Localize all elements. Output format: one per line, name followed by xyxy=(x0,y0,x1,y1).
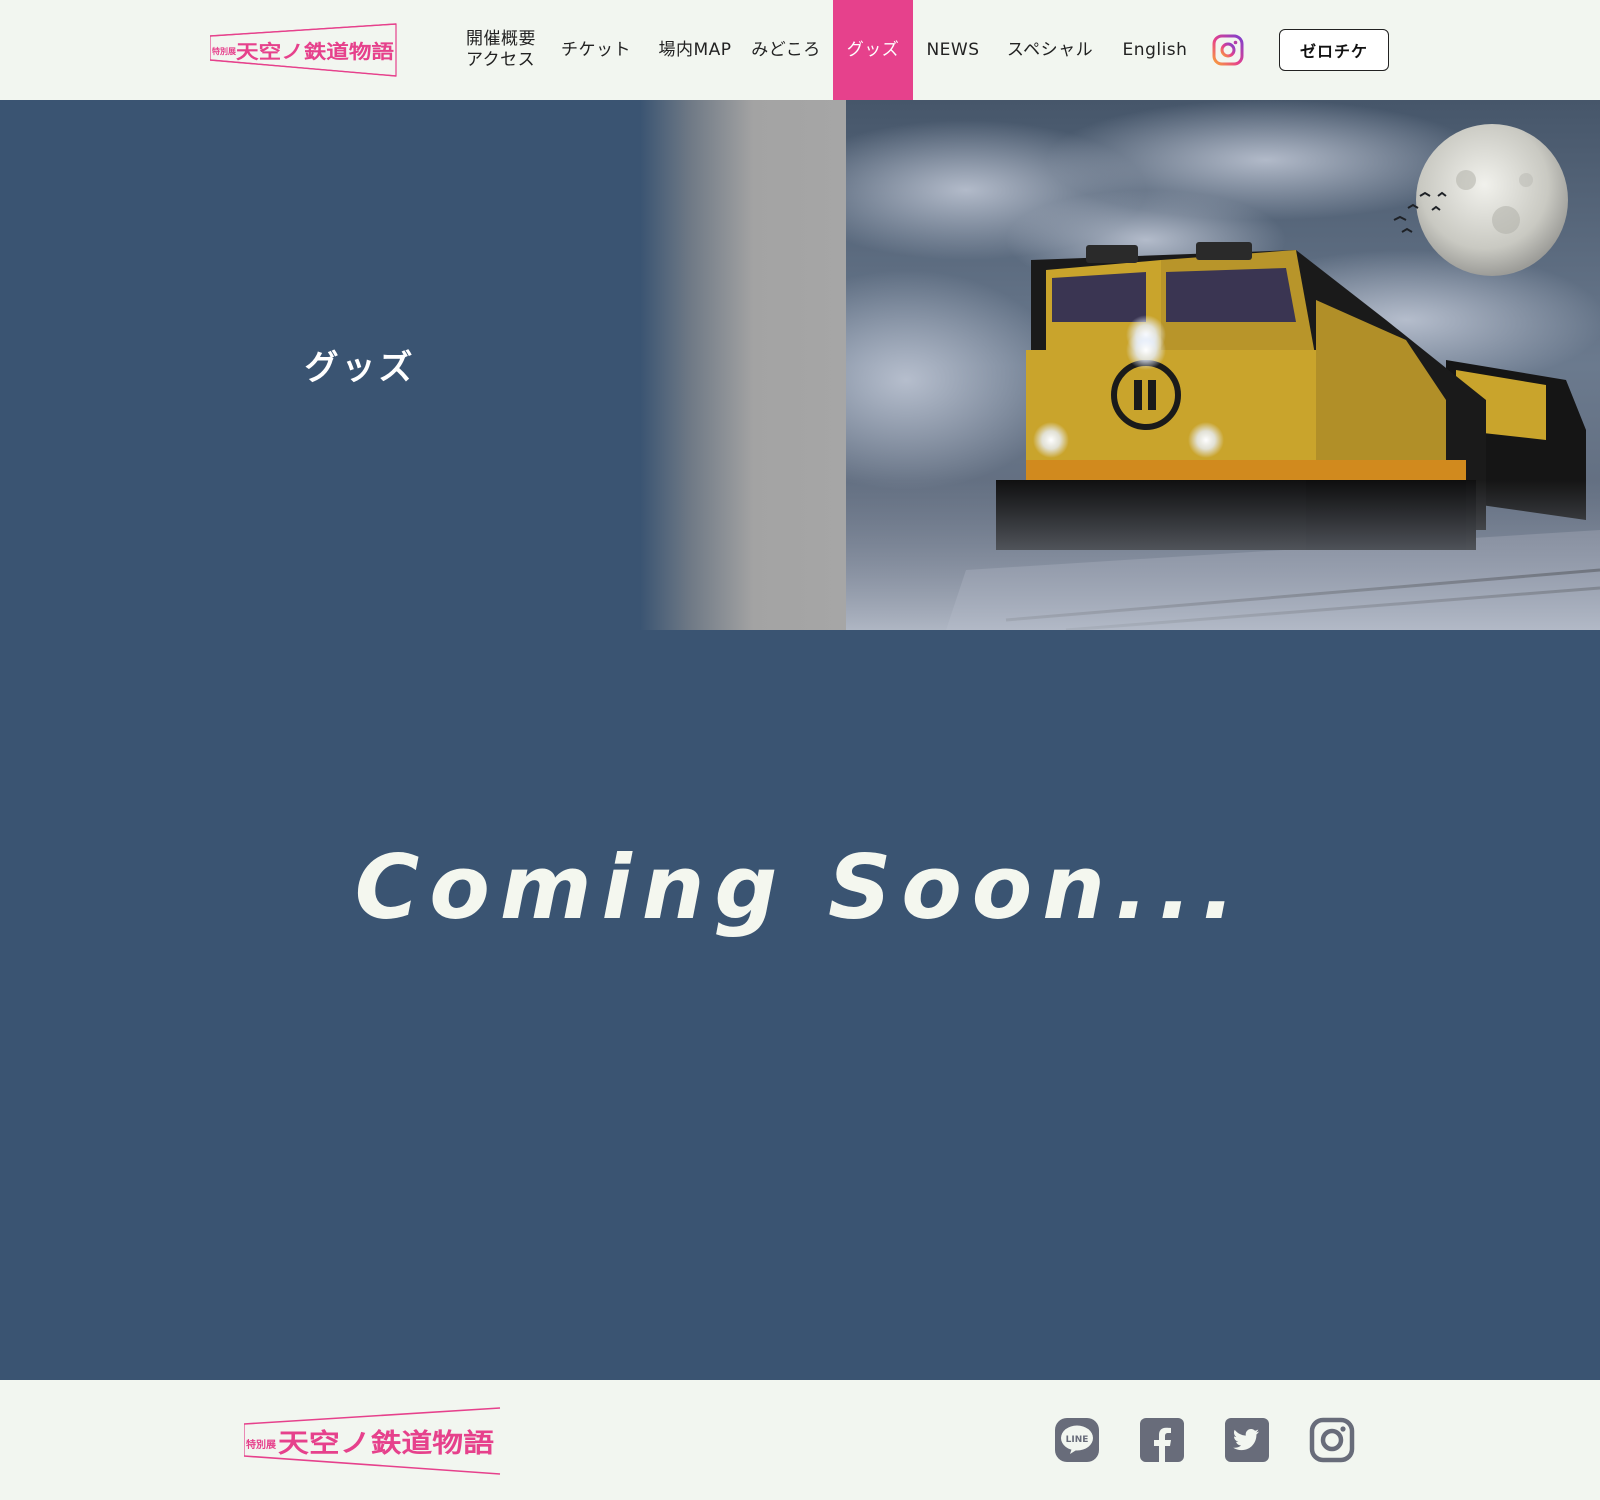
logo-graphic: 特別展 天空ノ鉄道物語 xyxy=(209,23,397,77)
main-content: Coming Soon... xyxy=(0,630,1600,1380)
footer-line-link[interactable]: LINE xyxy=(1054,1417,1100,1463)
footer-instagram-link[interactable] xyxy=(1309,1417,1355,1463)
footer-logo-main-text: 天空ノ鉄道物語 xyxy=(278,1428,494,1459)
nav-item-label: NEWS xyxy=(926,39,980,60)
footer-logo[interactable]: 特別展 天空ノ鉄道物語 xyxy=(243,1404,502,1476)
facebook-icon xyxy=(1140,1418,1184,1462)
footer-logo-small-text: 特別展 xyxy=(246,1438,276,1451)
footer-twitter-link[interactable] xyxy=(1224,1417,1270,1463)
nav-item-label: みどころ xyxy=(751,39,821,60)
hero-banner: グッズ xyxy=(0,100,1600,630)
nav-item-tickets[interactable]: チケット xyxy=(554,0,638,100)
header-instagram-link[interactable] xyxy=(1212,34,1244,66)
logo-main-text: 天空ノ鉄道物語 xyxy=(236,40,394,63)
nav-item-label: チケット xyxy=(561,39,631,60)
instagram-icon xyxy=(1212,34,1244,66)
nav-item-label: English xyxy=(1122,39,1188,60)
nav-item-venue-map[interactable]: 場内MAP xyxy=(652,0,738,100)
nav-item-label: グッズ xyxy=(846,39,900,60)
nav-item-highlights[interactable]: みどころ xyxy=(746,0,826,100)
site-logo[interactable]: 特別展 天空ノ鉄道物語 xyxy=(209,22,404,78)
nav-item-label: スペシャル xyxy=(1006,39,1094,60)
page-title: グッズ xyxy=(304,348,416,388)
svg-text:LINE: LINE xyxy=(1066,1435,1089,1445)
instagram-icon xyxy=(1309,1417,1355,1463)
footer-facebook-link[interactable] xyxy=(1139,1417,1185,1463)
nav-item-goods[interactable]: グッズ xyxy=(833,0,913,100)
coming-soon-message: Coming Soon... xyxy=(354,836,1246,939)
nav-item-news[interactable]: NEWS xyxy=(918,0,988,100)
nav-item-english[interactable]: English xyxy=(1118,0,1192,100)
footer-logo-graphic: 特別展 天空ノ鉄道物語 xyxy=(243,1407,501,1475)
nav-item-overview-access[interactable]: 開催概要 アクセス xyxy=(466,0,542,100)
zerochike-button[interactable]: ゼロチケ xyxy=(1279,29,1389,71)
nav-item-special[interactable]: スペシャル xyxy=(1000,0,1100,100)
hero-train-image xyxy=(846,100,1600,630)
nav-item-access-label: アクセス xyxy=(466,50,536,70)
twitter-icon xyxy=(1225,1418,1269,1462)
logo-small-text: 特別展 xyxy=(212,46,236,56)
site-header: 特別展 天空ノ鉄道物語 開催概要 アクセス チケット 場内MAP みどころ グッ… xyxy=(0,0,1600,100)
nav-item-label: 場内MAP xyxy=(658,39,732,60)
line-icon: LINE xyxy=(1055,1418,1099,1462)
hero-gradient xyxy=(640,100,846,630)
site-footer: 特別展 天空ノ鉄道物語 LINE xyxy=(0,1380,1600,1500)
nav-item-overview-label: 開催概要 xyxy=(466,29,536,49)
